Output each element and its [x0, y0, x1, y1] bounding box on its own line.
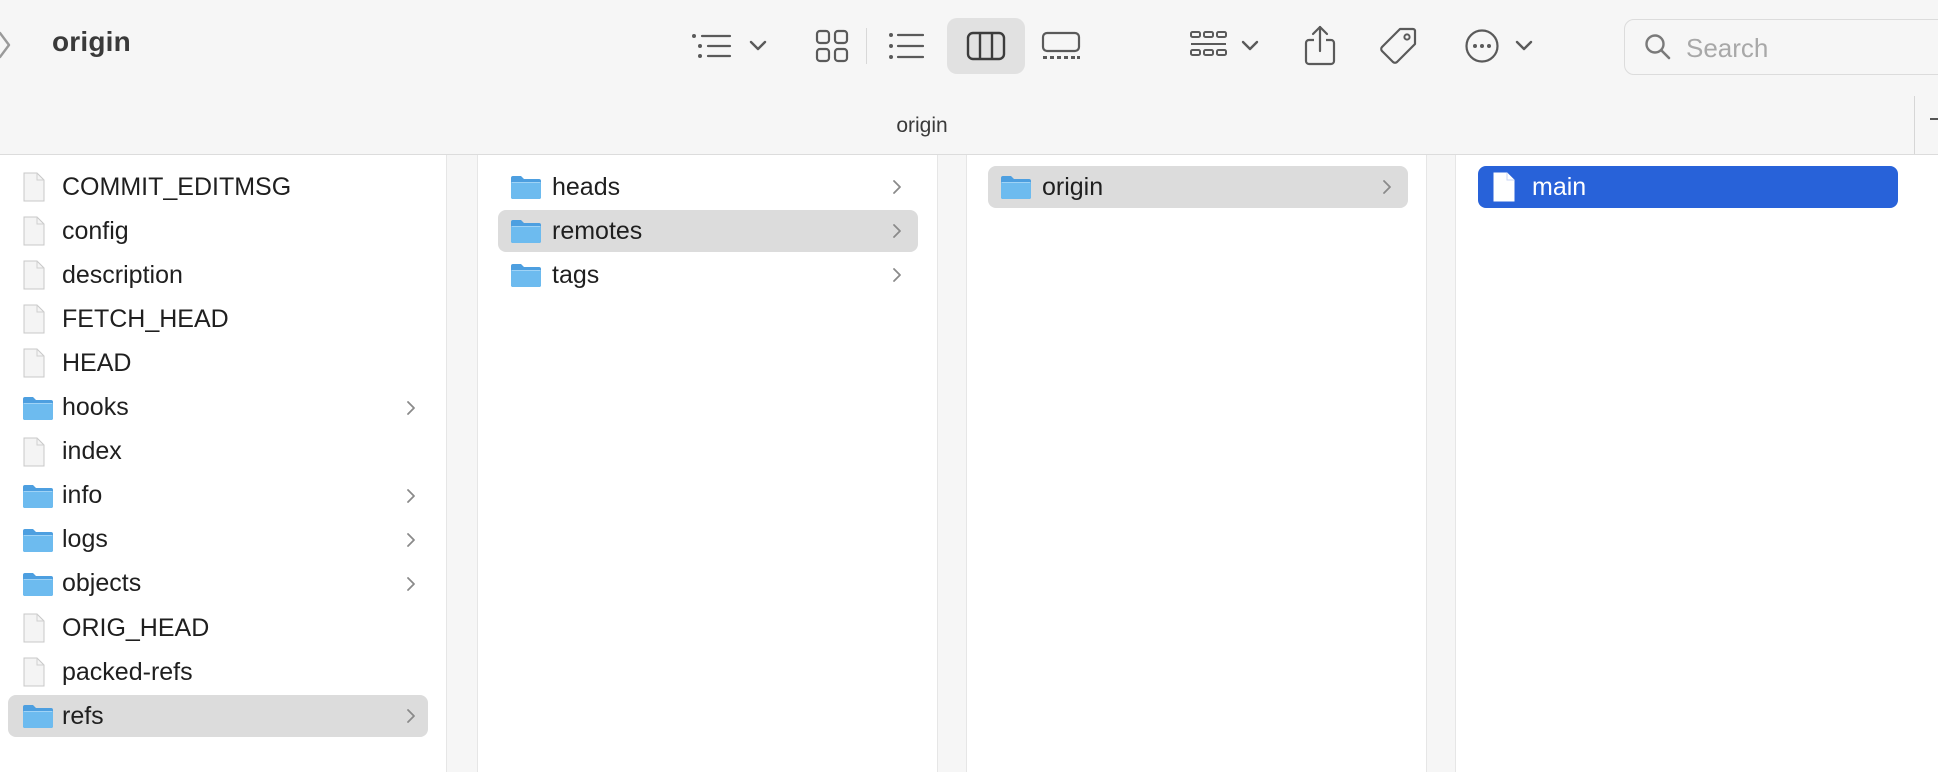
share-icon[interactable] [1300, 22, 1340, 68]
column-gap [1427, 155, 1455, 772]
chevron-right-icon [406, 387, 416, 429]
group-chevron-down-icon[interactable] [1240, 36, 1260, 56]
file-row[interactable]: main [1478, 166, 1898, 208]
path-bar-divider [1914, 96, 1915, 154]
folder-row[interactable]: logs [8, 519, 428, 561]
item-label: objects [62, 569, 142, 598]
document-icon [22, 607, 46, 649]
chevron-down-icon[interactable] [748, 36, 768, 56]
chevron-right-icon [1382, 166, 1392, 208]
document-icon [22, 210, 46, 252]
toolbar-divider [866, 28, 867, 64]
document-icon [22, 298, 46, 340]
folder-row[interactable]: objects [8, 563, 428, 605]
file-row[interactable]: description [8, 254, 428, 296]
chevron-right-icon [406, 475, 416, 517]
folder-icon [510, 254, 542, 296]
item-label: FETCH_HEAD [62, 304, 229, 333]
folder-row[interactable]: hooks [8, 387, 428, 429]
folder-icon [1000, 166, 1032, 208]
document-icon [22, 431, 46, 473]
folder-row[interactable]: origin [988, 166, 1408, 208]
folder-icon [22, 519, 54, 561]
item-label: origin [1042, 172, 1104, 201]
column-gap [938, 155, 966, 772]
file-row[interactable]: ORIG_HEAD [8, 607, 428, 649]
folder-row[interactable]: refs [8, 695, 428, 738]
folder-icon [510, 166, 542, 208]
item-label: COMMIT_EDITMSG [62, 172, 292, 201]
list-view-icon[interactable] [886, 26, 926, 66]
item-label: hooks [62, 393, 129, 421]
more-icon[interactable] [1462, 26, 1502, 66]
document-icon [22, 254, 46, 296]
item-label: packed-refs [62, 657, 193, 686]
item-label: main [1532, 172, 1587, 201]
file-row[interactable]: packed-refs [8, 651, 428, 693]
search-icon [1644, 33, 1672, 66]
icon-view-icon[interactable] [812, 26, 852, 66]
window-title: origin [52, 26, 131, 57]
back-chevron-icon[interactable] [0, 30, 12, 65]
item-label: description [62, 260, 183, 289]
item-label: heads [552, 172, 621, 201]
folder-icon [22, 475, 54, 517]
item-label: HEAD [62, 348, 132, 377]
folder-row[interactable]: info [8, 475, 428, 517]
item-label: remotes [552, 216, 643, 245]
folder-row[interactable]: tags [498, 254, 918, 296]
path-bar: origin [0, 96, 1938, 155]
file-row[interactable]: index [8, 431, 428, 473]
chevron-right-icon [892, 166, 902, 208]
add-tab-icon[interactable] [1930, 118, 1938, 120]
column-view-icon[interactable] [966, 26, 1006, 66]
item-label: refs [62, 701, 104, 730]
toolbar: origin Search [0, 0, 1938, 96]
document-icon [22, 166, 46, 208]
column-3 [967, 155, 1426, 772]
chevron-right-icon [406, 519, 416, 561]
file-row[interactable]: FETCH_HEAD [8, 298, 428, 340]
item-label: config [62, 216, 129, 245]
item-label: tags [552, 260, 600, 289]
tag-icon[interactable] [1376, 24, 1420, 68]
folder-icon [22, 563, 54, 605]
item-label: info [62, 481, 103, 510]
file-row[interactable]: COMMIT_EDITMSG [8, 166, 428, 208]
document-icon [22, 651, 46, 693]
search-placeholder[interactable]: Search [1686, 33, 1768, 64]
chevron-right-icon [406, 563, 416, 605]
document-icon [1492, 166, 1516, 208]
chevron-right-icon [892, 210, 902, 252]
folder-icon [22, 387, 54, 429]
more-chevron-down-icon[interactable] [1514, 36, 1534, 56]
chevron-right-icon [406, 695, 416, 737]
folder-row[interactable]: remotes [498, 210, 918, 253]
folder-icon [510, 210, 542, 252]
item-label: logs [62, 525, 108, 554]
folder-row[interactable]: heads [498, 166, 918, 208]
folder-icon [22, 695, 54, 737]
gallery-view-icon[interactable] [1040, 26, 1082, 66]
chevron-right-icon [892, 254, 902, 296]
group-icon[interactable] [1188, 26, 1230, 66]
sidebar-list-icon[interactable] [690, 26, 732, 66]
item-label: ORIG_HEAD [62, 613, 210, 642]
column-4 [1456, 155, 1938, 772]
file-row[interactable]: config [8, 210, 428, 252]
file-row[interactable]: HEAD [8, 342, 428, 384]
column-gap [447, 155, 477, 772]
item-label: index [62, 437, 122, 466]
path-bar-label: origin [896, 114, 948, 137]
document-icon [22, 342, 46, 384]
